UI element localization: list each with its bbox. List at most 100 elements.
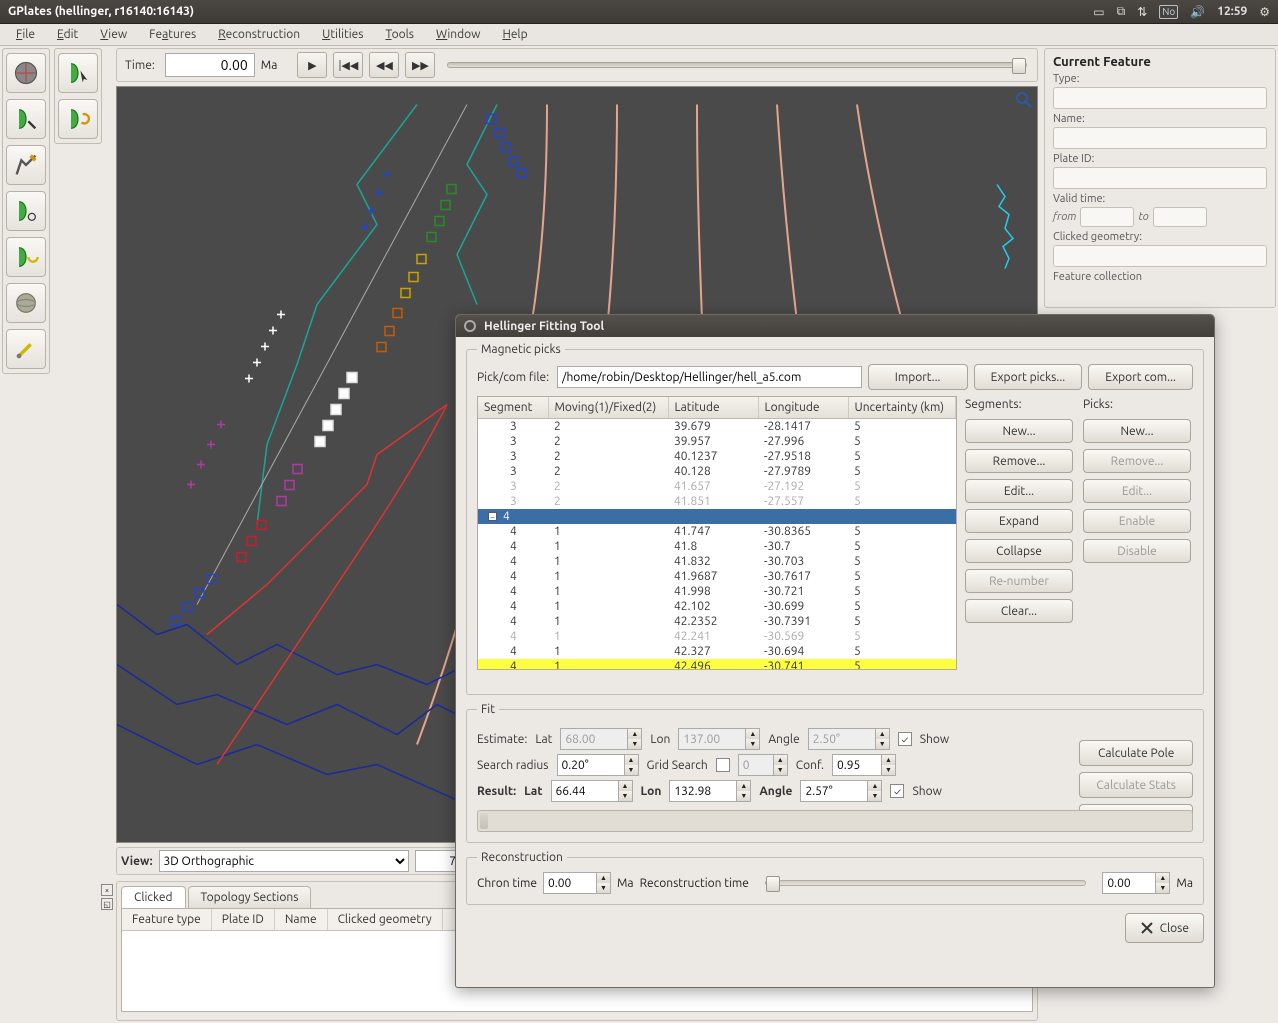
export-picks-button[interactable]: Export picks... [974,364,1083,390]
menu-view[interactable]: View [90,26,137,43]
seg-clear-button[interactable]: Clear... [965,599,1073,623]
time-input[interactable] [165,53,255,77]
col-longitude[interactable]: Longitude [758,397,848,419]
pick-new-button[interactable]: New... [1083,419,1191,443]
seg-edit-button[interactable]: Edit... [965,479,1073,503]
est-lat-input[interactable] [560,728,628,750]
conf-input[interactable] [832,754,882,776]
seg-remove-button[interactable]: Remove... [965,449,1073,473]
feature-yellow-tool[interactable] [6,237,46,277]
chron-input[interactable] [543,872,597,894]
rewind-start-button[interactable]: |◀◀ [333,52,363,78]
menu-tools[interactable]: Tools [375,26,424,43]
to-field[interactable] [1153,207,1207,227]
clock[interactable]: 12:59 [1217,5,1247,18]
rtime-input[interactable] [1102,872,1156,894]
table-row[interactable]: 3239.679-28.14175 [478,419,956,435]
feature-green-tool[interactable] [6,191,46,231]
grid-n-input[interactable] [738,754,774,776]
projection-select[interactable]: 3D Orthographic [159,850,409,872]
col-uncertainty[interactable]: Uncertainty (km) [848,397,956,419]
table-row[interactable]: 4142.102-30.6995 [478,599,956,614]
res-lon-input[interactable] [669,780,737,802]
seg-collapse-button[interactable]: Collapse [965,539,1073,563]
feature-cursor-tool[interactable] [58,53,98,93]
dialog-title-bar[interactable]: Hellinger Fitting Tool [456,315,1214,337]
table-row[interactable]: 4141.8-30.75 [478,539,956,554]
forward-button[interactable]: ▶▶ [405,52,435,78]
menu-reconstruction[interactable]: Reconstruction [208,26,310,43]
zoom-icon[interactable] [1015,91,1033,109]
sphere-tool[interactable] [6,283,46,323]
calc-pole-button[interactable]: Calculate Pole [1079,740,1193,766]
col-latitude[interactable]: Latitude [668,397,758,419]
menu-file[interactable]: FFileile [6,26,45,43]
res-angle-input[interactable] [800,780,868,802]
menu-edit[interactable]: Edit [47,26,88,43]
time-slider[interactable] [447,62,1027,68]
panel-close-icon[interactable]: × [101,884,113,896]
seg-expand-button[interactable]: Expand [965,509,1073,533]
volume-icon[interactable]: 🔊 [1190,5,1205,19]
calc-stats-button[interactable]: Calculate Stats [1079,772,1193,798]
time-slider-thumb[interactable] [1012,58,1026,74]
indicator-badge[interactable]: No [1159,5,1178,19]
col-moving[interactable]: Moving(1)/Fixed(2) [548,397,668,419]
rewind-button[interactable]: ◀◀ [369,52,399,78]
table-row[interactable]: 4142.327-30.6945 [478,644,956,659]
table-row[interactable]: 3240.128-27.97895 [478,464,956,479]
recon-slider[interactable] [765,880,1087,886]
col-segment[interactable]: Segment [478,397,548,419]
picks-table[interactable]: Segment Moving(1)/Fixed(2) Latitude Long… [477,396,957,670]
grid-check[interactable] [716,758,730,772]
tab-clicked[interactable]: Clicked [121,886,186,908]
table-row[interactable]: 3240.1237-27.95185 [478,449,956,464]
table-row[interactable]: 4142.241-30.5695 [478,629,956,644]
pick-disable-button[interactable]: Disable [1083,539,1191,563]
table-row[interactable]: 4142.2352-30.73915 [478,614,956,629]
import-button[interactable]: Import... [868,364,968,390]
seg-new-button[interactable]: New... [965,419,1073,443]
recon-slider-thumb[interactable] [766,876,780,892]
pick-enable-button[interactable]: Enable [1083,509,1191,533]
tab-topology[interactable]: Topology Sections [188,886,312,908]
from-field[interactable] [1080,207,1134,227]
play-button[interactable]: ▶ [297,52,327,78]
menu-utilities[interactable]: Utilities [312,26,373,43]
table-row[interactable]: 3241.851-27.5575 [478,494,956,509]
fit-group: Fit Estimate: Lat ▲▼ Lon ▲▼ Angle ▲▼ ✓ S… [466,703,1204,843]
feature-move-tool[interactable] [58,99,98,139]
digitize-tool[interactable] [6,145,46,185]
table-row[interactable]: 4141.832-30.7035 [478,554,956,569]
network-icon[interactable]: ⇅ [1137,5,1147,19]
display-icon[interactable]: ▭ [1093,5,1104,19]
menu-features[interactable]: Features [139,26,206,43]
dropbox-icon[interactable]: ⧉ [1117,5,1126,19]
search-radius-input[interactable] [557,754,625,776]
table-row[interactable]: 4141.9687-30.76175 [478,569,956,584]
select-feature-tool[interactable] [6,99,46,139]
res-lat-input[interactable] [551,780,619,802]
show-estimate-check[interactable]: ✓ [898,732,912,746]
file-path-input[interactable] [557,366,862,388]
export-com-button[interactable]: Export com... [1088,364,1193,390]
table-row[interactable]: 3239.957-27.9965 [478,434,956,449]
seg-renumber-button[interactable]: Re-number [965,569,1073,593]
est-angle-input[interactable] [808,728,876,750]
panel-dock-icon[interactable]: ◱ [101,898,113,910]
menu-help[interactable]: Help [492,26,537,43]
gear-icon[interactable]: ⚙ [1259,5,1270,19]
est-lon-input[interactable] [678,728,746,750]
table-row[interactable]: 4142.496-30.7415 [478,659,956,669]
show-result-check[interactable]: ✓ [890,784,904,798]
pick-edit-button[interactable]: Edit... [1083,479,1191,503]
pole-tool[interactable] [6,329,46,369]
menu-window[interactable]: Window [426,26,490,43]
table-row[interactable]: −4 [478,509,956,524]
table-row[interactable]: 3241.657-27.1925 [478,479,956,494]
table-row[interactable]: 4141.747-30.83655 [478,524,956,539]
table-row[interactable]: 4141.998-30.7215 [478,584,956,599]
close-button[interactable]: Close [1125,913,1204,943]
globe-tool[interactable] [6,53,46,93]
pick-remove-button[interactable]: Remove... [1083,449,1191,473]
